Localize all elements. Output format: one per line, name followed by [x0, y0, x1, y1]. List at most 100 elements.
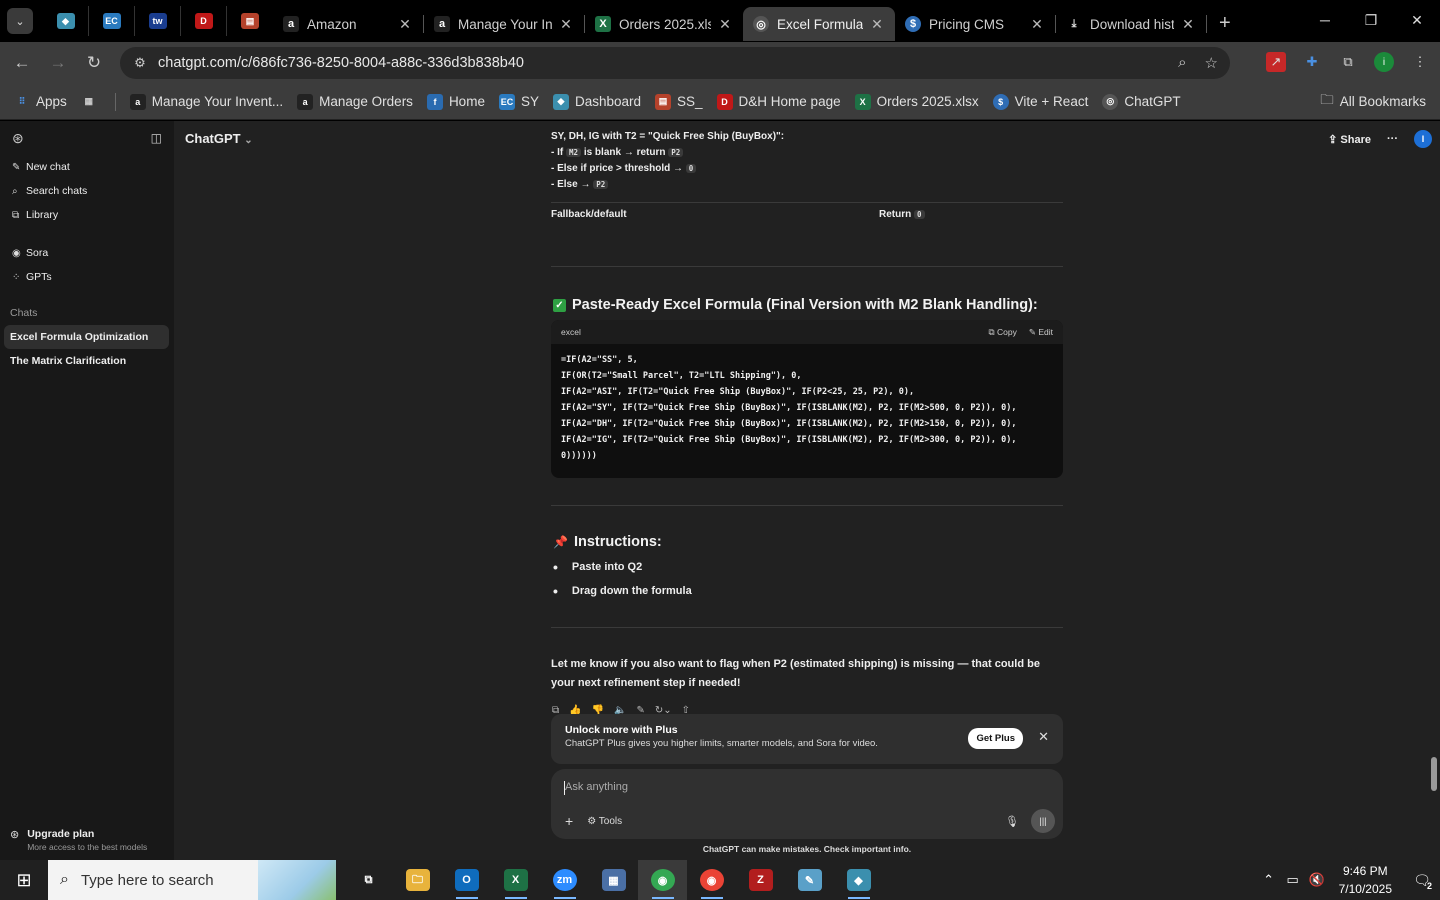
- chatgpt-icon: ◎: [1102, 93, 1119, 110]
- sidebar-item-library[interactable]: ⧉ Library: [0, 203, 174, 227]
- sidebar-toggle-icon[interactable]: ◫: [151, 131, 162, 145]
- new-tab-plus-icon[interactable]: +: [1219, 12, 1231, 35]
- bookmark-apps[interactable]: ⠿ Apps: [14, 94, 67, 110]
- site-settings-icon[interactable]: ⚙: [128, 55, 152, 71]
- bookmark-sy[interactable]: EC SY: [498, 93, 539, 110]
- disclaimer: ChatGPT can make mistakes. Check importa…: [702, 844, 912, 854]
- bookmark-dashboard[interactable]: ◆ Dashboard: [552, 93, 641, 110]
- file-explorer-icon[interactable]: 🗀: [393, 860, 442, 900]
- close-window-icon[interactable]: ✕: [1394, 0, 1440, 40]
- sidebar-item-gpts[interactable]: ⁘ GPTs: [0, 265, 174, 289]
- tab-amazon[interactable]: a Amazon ✕: [273, 7, 423, 41]
- excel-app-icon[interactable]: X: [491, 860, 540, 900]
- tab-title: Manage Your In: [458, 16, 552, 32]
- close-tab-icon[interactable]: ✕: [1029, 16, 1045, 33]
- chat-item-excel-formula[interactable]: Excel Formula Optimization: [4, 325, 169, 349]
- task-view-icon[interactable]: ⧉: [344, 860, 393, 900]
- browser-menu-icon[interactable]: ⋮: [1410, 52, 1430, 72]
- forward-arrow-icon[interactable]: →: [40, 53, 76, 73]
- volume-muted-icon[interactable]: 🔇: [1305, 872, 1329, 888]
- notification-center-icon[interactable]: 🗨 2: [1404, 872, 1440, 891]
- profile-avatar-icon[interactable]: i: [1374, 52, 1394, 72]
- zoom-icon[interactable]: ⌕: [1178, 54, 1186, 72]
- formula-code[interactable]: =IF(A2="SS", 5, IF(OR(T2="Small Parcel",…: [551, 344, 1063, 472]
- sidebar-item-sora[interactable]: ◉ Sora: [0, 241, 174, 265]
- network-icon[interactable]: ▭: [1281, 872, 1305, 888]
- windows-start-icon[interactable]: ⊞: [0, 860, 48, 900]
- close-tab-icon[interactable]: ✕: [397, 16, 413, 33]
- upgrade-plan[interactable]: ⊛ Upgrade plan More access to the best m…: [10, 828, 147, 852]
- instructions-list: Paste into Q2 Drag down the formula: [551, 555, 692, 603]
- close-icon[interactable]: ✕: [1038, 729, 1049, 745]
- url-text[interactable]: chatgpt.com/c/686fc736-8250-8004-a88c-33…: [158, 55, 524, 71]
- address-bar[interactable]: ⚙ chatgpt.com/c/686fc736-8250-8004-a88c-…: [120, 47, 1230, 79]
- tab-manage-inventory[interactable]: a Manage Your In ✕: [424, 7, 584, 41]
- show-hidden-icons-icon[interactable]: ⌃: [1257, 872, 1281, 888]
- tab-excel-formula[interactable]: ◎ Excel Formula O ✕: [743, 7, 895, 41]
- sidebar-item-search-chats[interactable]: ⌕ Search chats: [0, 179, 174, 203]
- bookmark-manage-inventory[interactable]: a Manage Your Invent...: [129, 93, 283, 110]
- plus-icon[interactable]: +: [565, 813, 573, 829]
- copy-code-button[interactable]: ⧉ Copy: [989, 327, 1017, 338]
- tools-button[interactable]: ⚙ Tools: [587, 816, 622, 827]
- get-plus-button[interactable]: Get Plus: [968, 728, 1023, 749]
- chat-item-matrix[interactable]: The Matrix Clarification: [0, 349, 169, 373]
- filezilla-icon[interactable]: Z: [736, 860, 785, 900]
- calculator-icon[interactable]: ▦: [589, 860, 638, 900]
- bookmark-home[interactable]: f Home: [426, 93, 485, 110]
- scrollbar[interactable]: [1430, 131, 1438, 801]
- tab-pricing-cms[interactable]: $ Pricing CMS ✕: [895, 7, 1055, 41]
- chrome-icon[interactable]: ◉: [638, 860, 687, 900]
- all-bookmarks[interactable]: 🗀 All Bookmarks: [1320, 90, 1426, 113]
- chat-input[interactable]: Ask anything: [565, 781, 628, 793]
- rule-text: - Else →: [551, 179, 591, 190]
- tab-search-chevron-icon[interactable]: ⌄: [7, 8, 33, 34]
- bookmark-manage-orders[interactable]: a Manage Orders: [297, 93, 413, 110]
- bookmark-ss[interactable]: ▤ SS_: [655, 93, 703, 110]
- model-selector[interactable]: ChatGPT ⌄: [185, 131, 253, 146]
- scrollbar-thumb[interactable]: [1431, 757, 1437, 791]
- microphone-icon[interactable]: 🎙: [1005, 815, 1019, 828]
- bookmark-chatgpt[interactable]: ◎ ChatGPT: [1102, 93, 1181, 110]
- close-tab-icon[interactable]: ✕: [558, 16, 574, 33]
- close-tab-icon[interactable]: ✕: [717, 16, 733, 33]
- extension-red-icon[interactable]: ↗: [1266, 52, 1286, 72]
- bookmark-orders-xlsx[interactable]: X Orders 2025.xlsx: [854, 93, 979, 110]
- bookmark-vite-react[interactable]: $ Vite + React: [992, 93, 1088, 110]
- rule-text: - If: [551, 147, 564, 158]
- close-tab-icon[interactable]: ✕: [869, 16, 885, 33]
- bookmark-dh-home[interactable]: D D&H Home page: [716, 93, 841, 110]
- extension-blue-icon[interactable]: ✚: [1302, 52, 1322, 72]
- extensions-puzzle-icon[interactable]: ⧉: [1338, 52, 1358, 72]
- minimize-icon[interactable]: ─: [1302, 0, 1348, 40]
- openai-logo-icon[interactable]: ⊛: [12, 130, 24, 147]
- tab-orders-xlsx[interactable]: X Orders 2025.xlsx ✕: [585, 7, 743, 41]
- clock[interactable]: 9:46 PM 7/10/2025: [1339, 862, 1392, 898]
- inline-code: P2: [668, 148, 684, 157]
- bookmark-star-icon[interactable]: ☆: [1205, 54, 1218, 72]
- excel-icon: X: [595, 16, 611, 32]
- close-tab-icon[interactable]: ✕: [1180, 16, 1196, 33]
- pinned-tab-dashboard[interactable]: ◆: [43, 6, 89, 36]
- voice-mode-icon[interactable]: |||: [1031, 809, 1055, 833]
- edit-code-button[interactable]: ✎ Edit: [1029, 327, 1053, 338]
- taskbar-search[interactable]: ⌕ Type here to search: [48, 860, 336, 900]
- pinned-tab-dh[interactable]: D: [181, 6, 227, 36]
- sidebar-item-new-chat[interactable]: ✎ New chat: [0, 155, 174, 179]
- outlook-icon[interactable]: O: [442, 860, 491, 900]
- reload-icon[interactable]: ↻: [76, 53, 112, 73]
- share-button[interactable]: ⇪ Share: [1328, 133, 1371, 146]
- bookmark-grid[interactable]: ▦: [81, 94, 103, 110]
- dashboard-app-icon[interactable]: ◆: [834, 860, 883, 900]
- ss-icon: ▤: [241, 13, 259, 29]
- restore-icon[interactable]: ❐: [1348, 0, 1394, 40]
- pinned-tab-ec[interactable]: EC: [89, 6, 135, 36]
- chrome-profile-icon[interactable]: ◉: [687, 860, 736, 900]
- pinned-tab-ss[interactable]: ▤: [227, 6, 273, 36]
- zoom-app-icon[interactable]: zm: [540, 860, 589, 900]
- notepad-icon[interactable]: ✎: [785, 860, 834, 900]
- more-options-icon[interactable]: ···: [1387, 133, 1398, 145]
- pinned-tab-tabnew[interactable]: tw: [135, 6, 181, 36]
- back-arrow-icon[interactable]: ←: [4, 53, 40, 73]
- tab-download-history[interactable]: ⤓ Download histo ✕: [1056, 7, 1206, 41]
